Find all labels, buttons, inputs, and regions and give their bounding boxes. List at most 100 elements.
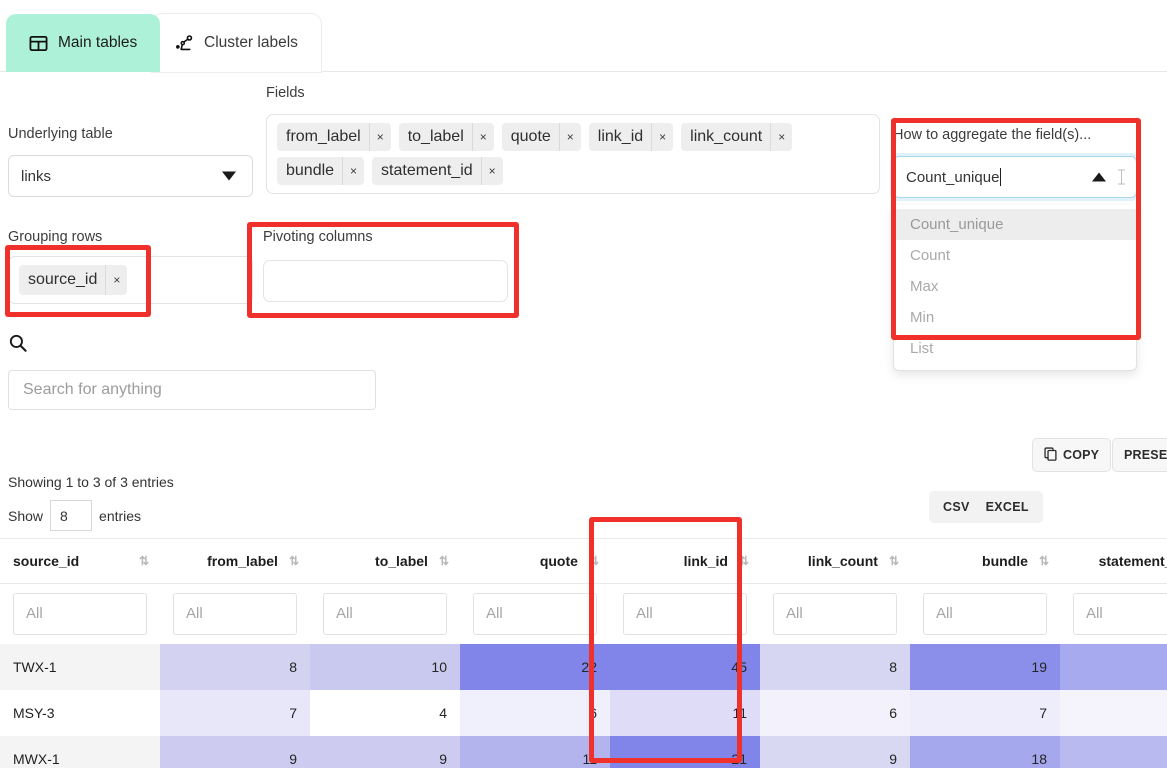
underlying-table-label: Underlying table: [8, 126, 113, 142]
tab-bar: Main tables Cluster labels: [0, 14, 1167, 72]
field-chip-remove-icon[interactable]: ×: [342, 157, 364, 185]
table-cell-link-count: 8: [760, 643, 910, 690]
copy-button[interactable]: COPY: [1032, 438, 1112, 472]
table-cell-link-id: 21: [610, 735, 760, 768]
aggregate-option-max[interactable]: Max: [894, 271, 1136, 302]
table-row[interactable]: MWX-1 9 9 11 21 9 18: [0, 735, 1167, 768]
sort-updown-icon[interactable]: ⇅: [289, 554, 299, 568]
preset-button-label: PRESET: [1124, 448, 1167, 462]
underlying-table-select[interactable]: links: [8, 155, 253, 197]
column-header-source-id[interactable]: source_id ⇅: [0, 538, 160, 584]
table-cell-from-label: 8: [160, 643, 310, 690]
table-row[interactable]: TWX-181022458191: [0, 643, 1167, 690]
show-suffix-label: entries: [99, 507, 142, 524]
text-cursor: [1000, 168, 1002, 186]
filter-placeholder: All: [186, 605, 203, 623]
csv-button[interactable]: CSV: [943, 500, 970, 514]
filter-input-quote[interactable]: All: [473, 592, 597, 635]
sort-updown-icon[interactable]: ⇅: [439, 554, 449, 568]
aggregate-option-count[interactable]: Count: [894, 240, 1136, 271]
chevron-up-icon[interactable]: [1092, 172, 1106, 182]
field-chip[interactable]: statement_id ×: [372, 157, 503, 185]
column-header-quote[interactable]: quote ⇅: [460, 538, 610, 584]
table-cell-link-count: 9: [760, 735, 910, 768]
column-header-bundle[interactable]: bundle ⇅: [910, 538, 1060, 584]
preset-button[interactable]: PRESET: [1112, 438, 1167, 472]
field-chip[interactable]: bundle ×: [277, 157, 365, 185]
show-prefix-label: Show: [8, 507, 44, 524]
grouping-row-chip-remove-icon[interactable]: ×: [105, 265, 127, 295]
field-chip-remove-icon[interactable]: ×: [368, 123, 391, 151]
sort-updown-icon[interactable]: ⇅: [1039, 554, 1049, 568]
field-chip-remove-icon[interactable]: ×: [471, 123, 494, 151]
table-cell-quote: 6: [460, 689, 610, 736]
field-chip-remove-icon[interactable]: ×: [770, 123, 792, 151]
column-header-link-count[interactable]: link_count ⇅: [760, 538, 910, 584]
filter-input-to-label[interactable]: All: [323, 592, 447, 635]
filter-input-from-label[interactable]: All: [173, 592, 297, 635]
search-input[interactable]: Search for anything: [8, 370, 376, 410]
sort-updown-icon[interactable]: ⇅: [889, 554, 899, 568]
column-header-label: from_label: [207, 553, 278, 569]
cluster-graph-icon: [175, 34, 194, 53]
filter-input-bundle[interactable]: All: [923, 592, 1047, 635]
filter-placeholder: All: [786, 605, 803, 623]
filter-input-link-count[interactable]: All: [773, 592, 897, 635]
field-chip[interactable]: link_count ×: [681, 123, 793, 151]
filter-input-link-id[interactable]: All: [623, 592, 747, 635]
filter-input-statement-id[interactable]: All: [1073, 592, 1167, 635]
column-header-label: bundle: [982, 553, 1028, 569]
table-cell-to-label: 10: [310, 643, 460, 690]
table-cell-statement-id: [1060, 735, 1167, 768]
aggregate-option-label: List: [910, 340, 934, 357]
export-button-group: CSV EXCEL: [929, 491, 1043, 523]
grouping-rows-input[interactable]: source_id ×: [8, 256, 253, 304]
field-chip-remove-icon[interactable]: ×: [558, 123, 581, 151]
table-row[interactable]: MSY-3 7 4 6 11 6 7: [0, 689, 1167, 736]
excel-button[interactable]: EXCEL: [986, 500, 1029, 514]
tab-main-tables[interactable]: Main tables: [6, 14, 161, 72]
sort-updown-icon[interactable]: ⇅: [739, 554, 749, 568]
grouping-rows-label: Grouping rows: [8, 229, 103, 245]
aggregate-option-count-unique[interactable]: Count_unique: [894, 209, 1136, 240]
column-header-statement-id[interactable]: statement_id⇅: [1060, 538, 1167, 584]
table-cell-link-id: 11: [610, 689, 760, 736]
aggregate-option-min[interactable]: Min: [894, 302, 1136, 333]
pivoting-columns-label: Pivoting columns: [263, 229, 373, 245]
field-chip-label: link_count: [690, 128, 763, 145]
field-chip[interactable]: from_label ×: [277, 123, 391, 151]
field-chip-remove-icon[interactable]: ×: [651, 123, 673, 151]
column-header-from-label[interactable]: from_label ⇅: [160, 538, 310, 584]
column-header-to-label[interactable]: to_label ⇅: [310, 538, 460, 584]
field-chip[interactable]: quote ×: [501, 123, 581, 151]
column-header-label: link_count: [807, 553, 878, 569]
field-chip[interactable]: link_id ×: [588, 123, 674, 151]
column-header-link-id[interactable]: link_id ⇅: [610, 538, 760, 584]
column-header-label: to_label: [375, 553, 428, 569]
filter-cell: All: [160, 583, 310, 644]
filter-input-source-id[interactable]: All: [13, 592, 147, 635]
tab-cluster-labels-label: Cluster labels: [204, 34, 298, 51]
table-cell-to-label: 4: [310, 689, 460, 736]
copy-icon: [1044, 446, 1058, 464]
table-grid-icon: [29, 34, 48, 53]
grouping-row-chip[interactable]: source_id ×: [19, 265, 128, 295]
aggregate-option-list[interactable]: List: [894, 333, 1136, 364]
field-chip-remove-icon[interactable]: ×: [480, 157, 503, 185]
fields-input[interactable]: from_label × to_label × quote × link_id …: [266, 114, 880, 194]
sort-updown-icon[interactable]: ⇅: [139, 554, 149, 568]
table-cell-from-label: 7: [160, 689, 310, 736]
aggregate-option-label: Min: [910, 309, 935, 326]
filter-cell: All: [460, 583, 610, 644]
app-root: Main tables Cluster labels Underlying ta…: [0, 0, 1167, 768]
sort-updown-icon[interactable]: ⇅: [589, 554, 599, 568]
filter-cell: All: [0, 583, 160, 644]
page-size-input[interactable]: 8: [50, 500, 93, 531]
tab-cluster-labels[interactable]: Cluster labels: [152, 14, 321, 72]
field-chip[interactable]: to_label ×: [398, 123, 494, 151]
column-header-label: link_id: [683, 553, 728, 569]
table-cell-link-count: 6: [760, 689, 910, 736]
aggregate-select-input[interactable]: Count_unique: [893, 156, 1137, 198]
pivoting-columns-input[interactable]: [263, 260, 508, 302]
aggregate-options-menu[interactable]: Count_unique Count Max Min List: [893, 205, 1137, 371]
